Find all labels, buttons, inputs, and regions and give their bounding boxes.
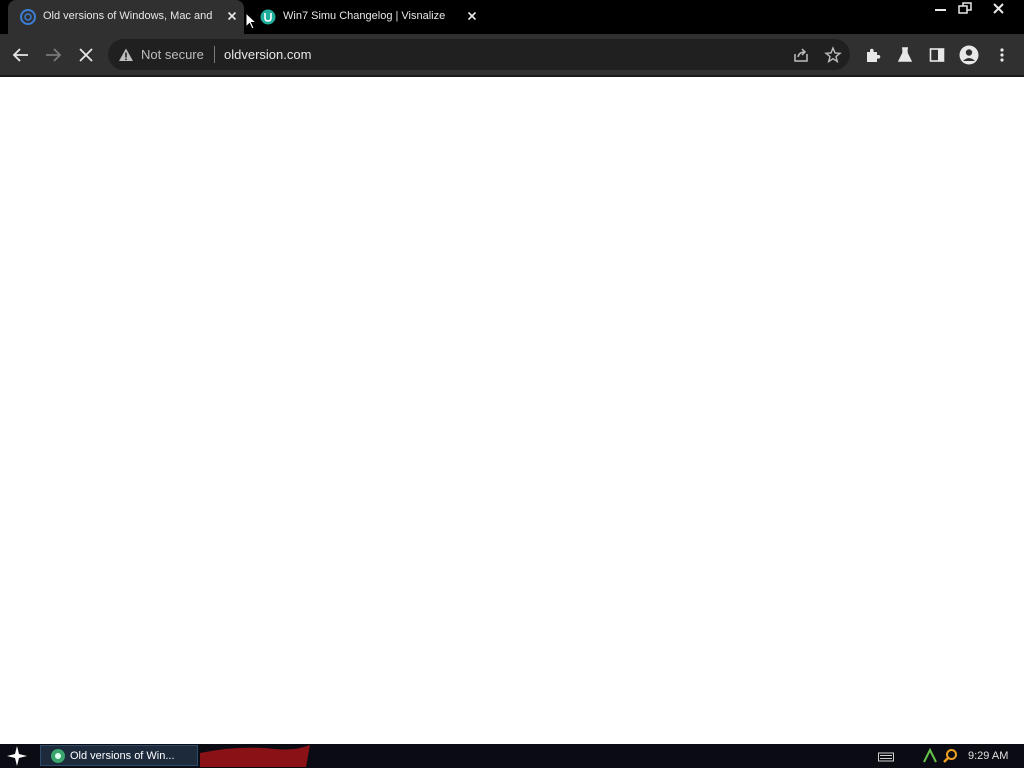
back-button[interactable] [12, 46, 30, 64]
tab-oldversion[interactable]: Old versions of Windows, Mac and L [8, 0, 244, 34]
tab-title: Old versions of Windows, Mac and L [43, 10, 213, 22]
browser-app-icon [50, 748, 66, 764]
profile-avatar-icon[interactable] [959, 45, 979, 65]
visnalize-favicon-icon [260, 9, 276, 25]
start-button[interactable] [6, 745, 28, 767]
close-tab-button[interactable] [225, 9, 239, 23]
forward-button[interactable] [44, 46, 62, 64]
close-tab-button[interactable] [465, 9, 479, 23]
extensions-puzzle-icon[interactable] [864, 46, 882, 64]
bookmark-star-icon[interactable] [824, 46, 842, 64]
search-icon[interactable] [942, 748, 958, 764]
taskbar-window-label: Old versions of Win... [70, 750, 175, 762]
url-text[interactable]: oldversion.com [224, 47, 311, 62]
address-separator [214, 46, 215, 63]
keyboard-icon[interactable] [878, 751, 894, 763]
oldversion-favicon-icon [20, 9, 36, 25]
close-window-button[interactable] [984, 0, 1014, 18]
tab-visnalize[interactable]: Win7 Simu Changelog | Visnalize [248, 0, 484, 34]
stop-loading-button[interactable] [77, 46, 95, 64]
address-bar[interactable] [108, 39, 850, 70]
security-status[interactable]: Not secure [141, 47, 204, 62]
clock[interactable]: 9:29 AM [968, 750, 1008, 762]
network-icon[interactable] [922, 748, 938, 764]
page-content [0, 77, 1024, 744]
labs-flask-icon[interactable] [896, 46, 914, 64]
tab-title: Win7 Simu Changelog | Visnalize [283, 10, 446, 22]
taskbar-decoration [200, 745, 320, 767]
warning-icon[interactable] [118, 47, 134, 63]
share-icon[interactable] [792, 46, 810, 64]
side-panel-icon[interactable] [928, 46, 946, 64]
restore-window-button[interactable] [950, 0, 980, 18]
menu-kebab-icon[interactable] [994, 46, 1010, 64]
